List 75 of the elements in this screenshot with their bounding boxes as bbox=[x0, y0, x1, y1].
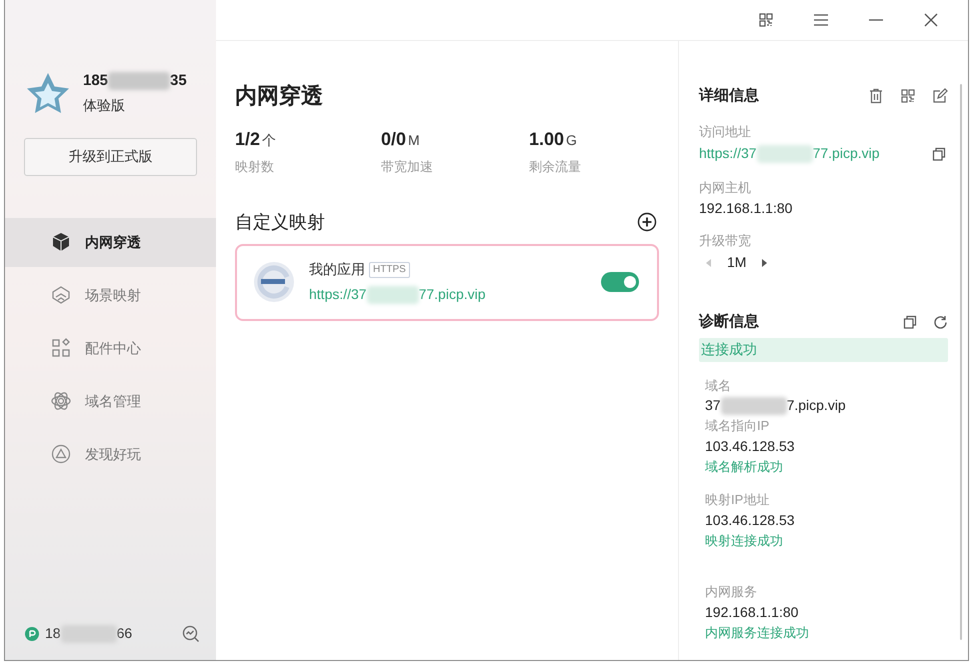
field-value: 7.picp.vip bbox=[786, 396, 846, 415]
stat-unit: 个 bbox=[262, 131, 276, 150]
url-link[interactable]: 77.picp.vip bbox=[418, 284, 486, 305]
stat-value: 0/0 bbox=[381, 128, 406, 151]
phone-number: 35 bbox=[170, 71, 187, 91]
nav-item[interactable]: 域名管理 bbox=[5, 376, 216, 426]
minimize-icon bbox=[866, 19, 884, 21]
stat-value: 1/2 bbox=[235, 128, 260, 151]
field-label: 域名指向IP bbox=[705, 417, 770, 435]
qr-code-icon bbox=[756, 11, 774, 29]
ip-badge-icon bbox=[25, 626, 39, 640]
mapping-card[interactable]: 我的应用 HTTPS https://37 77.picp.vip bbox=[235, 244, 659, 320]
redaction-blur bbox=[720, 396, 787, 414]
field-label: 内网服务 bbox=[705, 583, 758, 601]
status-text: 映射连接成功 bbox=[705, 532, 784, 550]
cube-icon bbox=[51, 232, 71, 252]
field-value: 37 bbox=[705, 396, 721, 415]
copy-icon[interactable] bbox=[903, 315, 917, 330]
add-icon[interactable] bbox=[637, 212, 657, 232]
stat-label: 映射数 bbox=[235, 158, 275, 176]
field-value: 103.46.128.53 bbox=[705, 436, 796, 456]
trash-icon[interactable] bbox=[868, 88, 884, 104]
redaction-blur bbox=[756, 144, 813, 162]
field-value: 192.168.1.1:80 bbox=[705, 602, 800, 622]
redaction-blur bbox=[366, 286, 419, 304]
trend-search-icon[interactable] bbox=[182, 624, 200, 642]
nav-item[interactable]: 内网穿透 bbox=[5, 218, 216, 266]
status-text: 内网服务连接成功 bbox=[705, 624, 810, 642]
url-link[interactable]: https://37 bbox=[699, 143, 757, 164]
refresh-icon[interactable] bbox=[933, 314, 948, 330]
page-title: 内网穿透 bbox=[235, 82, 324, 110]
stat-label: 剩余流量 bbox=[529, 158, 582, 176]
app-name: 我的应用 bbox=[309, 260, 365, 279]
field-label: 域名 bbox=[705, 376, 732, 394]
phone-number: 66 bbox=[116, 624, 132, 643]
stat-value: 1.00 bbox=[529, 128, 564, 151]
upgrade-button[interactable]: 升级到正式版 bbox=[24, 138, 197, 176]
qr-code-icon[interactable] bbox=[900, 88, 916, 104]
stat-unit: G bbox=[566, 131, 577, 150]
layers-icon bbox=[51, 285, 71, 305]
phone-number: 18 bbox=[45, 624, 61, 643]
triangle-circle-icon bbox=[51, 444, 71, 464]
atom-icon bbox=[51, 391, 71, 411]
close-icon bbox=[922, 11, 940, 29]
stat-label: 带宽加速 bbox=[381, 158, 434, 176]
edit-icon[interactable] bbox=[932, 88, 948, 104]
status-text: 域名解析成功 bbox=[705, 458, 784, 476]
protocol-tag: HTTPS bbox=[369, 262, 410, 278]
toggle-switch[interactable] bbox=[601, 272, 639, 292]
field-value: 192.168.1.1:80 bbox=[699, 198, 794, 218]
nav-item[interactable]: 发现好玩 bbox=[5, 430, 216, 478]
stat-unit: M bbox=[408, 131, 420, 150]
section-title: 诊断信息 bbox=[699, 312, 759, 332]
nav-item[interactable]: 配件中心 bbox=[5, 324, 216, 372]
redaction-blur bbox=[108, 72, 170, 90]
nav-item[interactable]: 场景映射 bbox=[5, 270, 216, 320]
bandwidth-value: 1M bbox=[727, 253, 746, 272]
right-arrow-icon[interactable] bbox=[760, 258, 768, 268]
url-link[interactable]: https://37 bbox=[309, 284, 367, 305]
phone-number: 185 bbox=[83, 71, 108, 91]
section-title: 详细信息 bbox=[699, 86, 759, 106]
star-icon bbox=[25, 70, 71, 115]
grid-icon bbox=[51, 338, 71, 358]
field-label: 升级带宽 bbox=[699, 232, 752, 250]
plan-label: 体验版 bbox=[83, 96, 126, 114]
app-logo-icon bbox=[253, 261, 295, 303]
status-banner: 连接成功 bbox=[699, 338, 948, 362]
scrollbar[interactable] bbox=[960, 84, 962, 640]
field-label: 映射IP地址 bbox=[705, 491, 770, 509]
field-value: 103.46.128.53 bbox=[705, 510, 796, 530]
field-label: 内网主机 bbox=[699, 179, 752, 197]
field-label: 访问地址 bbox=[699, 122, 752, 140]
copy-icon[interactable] bbox=[932, 146, 946, 160]
section-title: 自定义映射 bbox=[235, 210, 325, 234]
url-link[interactable]: 77.picp.vip bbox=[812, 143, 880, 164]
